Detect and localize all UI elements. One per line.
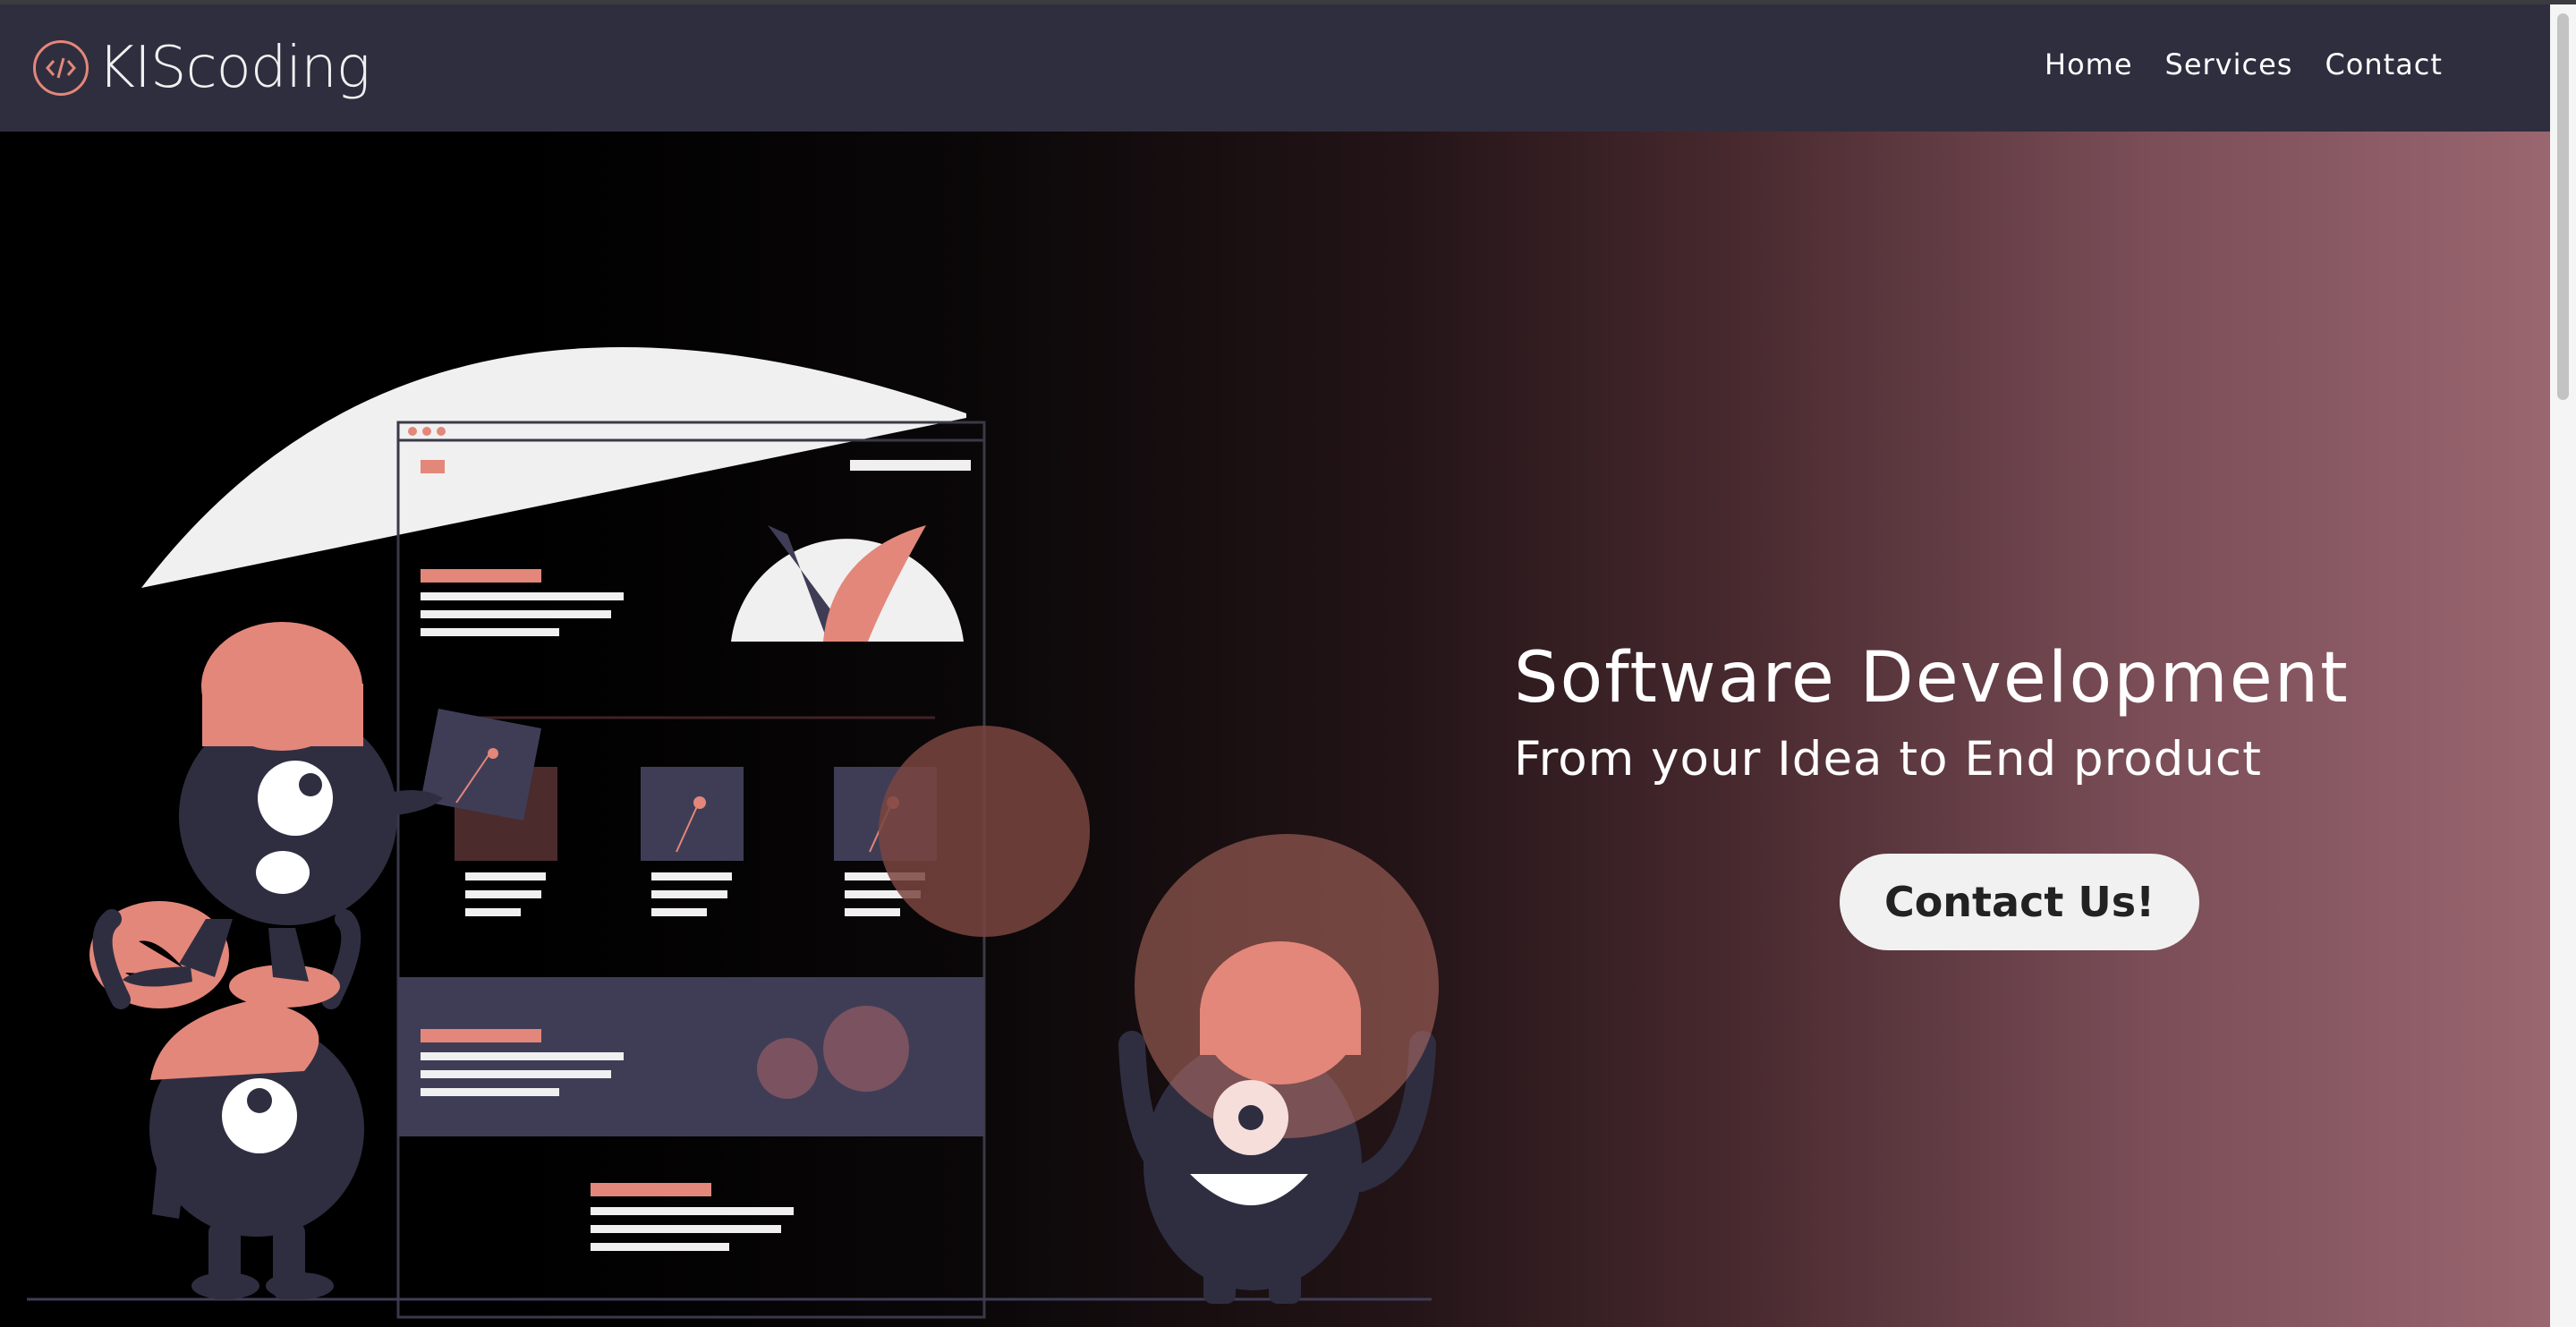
developers-illustration <box>27 347 1439 1319</box>
nav-link-contact[interactable]: Contact <box>2325 47 2443 81</box>
hero-subtitle: From your Idea to End product <box>1514 732 2262 787</box>
brand-logo[interactable]: KIScoding <box>33 37 370 99</box>
navbar: KIScoding Home Services Contact <box>0 4 2550 132</box>
nav-link-services[interactable]: Services <box>2165 47 2293 81</box>
hero-title: Software Development <box>1514 638 2350 719</box>
scrollbar-thumb[interactable] <box>2557 13 2569 400</box>
main-nav: Home Services Contact <box>2045 47 2443 81</box>
code-brackets-icon <box>33 40 89 96</box>
nav-link-home[interactable]: Home <box>2045 47 2133 81</box>
contact-us-button[interactable]: Contact Us! <box>1840 854 2199 950</box>
page-scrollbar[interactable] <box>2550 4 2576 1327</box>
brand-name: KIScoding <box>98 35 370 101</box>
hero-section: Software Development From your Idea to E… <box>0 132 2550 1327</box>
